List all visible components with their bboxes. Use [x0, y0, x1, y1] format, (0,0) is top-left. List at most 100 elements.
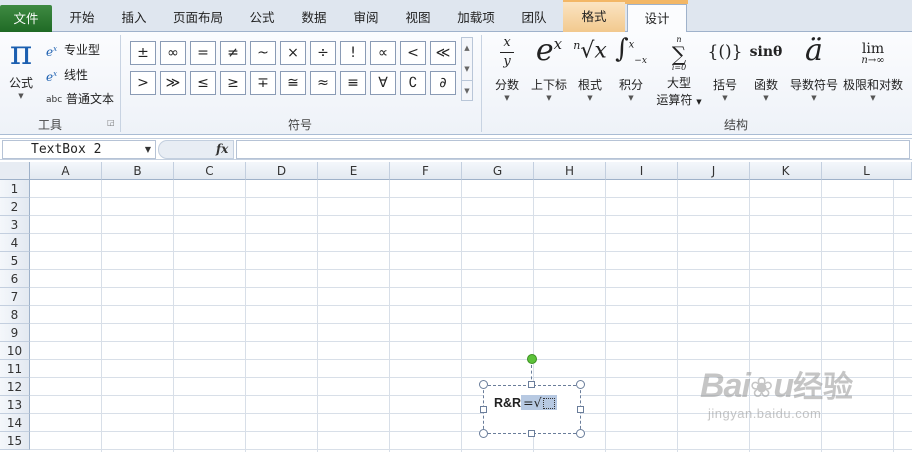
column-header[interactable]: L — [822, 162, 912, 180]
row-header[interactable]: 2 — [0, 198, 30, 216]
symbol-gallery-scrollbar[interactable]: ▲ ▼ ▼ — [461, 37, 473, 101]
function-icon: sinθ — [749, 44, 783, 60]
symbol-factorial[interactable]: ! — [340, 41, 366, 65]
name-box[interactable]: TextBox 2 — [2, 140, 156, 159]
fraction-icon: x y — [490, 36, 524, 70]
row-header[interactable]: 11 — [0, 360, 30, 378]
row-header[interactable]: 8 — [0, 306, 30, 324]
row-header[interactable]: 9 — [0, 324, 30, 342]
radical-button[interactable]: n√x 根式 ▼ — [573, 36, 607, 103]
row-header[interactable]: 3 — [0, 216, 30, 234]
column-header[interactable]: H — [534, 162, 606, 180]
row-header[interactable]: 15 — [0, 432, 30, 450]
row-header[interactable]: 12 — [0, 378, 30, 396]
radical-label: 根式 — [577, 78, 602, 92]
tab-formulas[interactable]: 公式 — [238, 4, 286, 32]
formula-input[interactable] — [236, 140, 910, 159]
tab-addins[interactable]: 加载项 — [446, 4, 506, 32]
script-button[interactable]: ex 上下标 ▼ — [529, 36, 569, 103]
dialog-launcher-icon[interactable]: ◲ — [107, 118, 115, 127]
tab-review[interactable]: 审阅 — [342, 4, 390, 32]
resize-handle-top-right[interactable] — [576, 380, 585, 389]
symbol-minus-plus[interactable]: ∓ — [250, 71, 276, 95]
resize-handle-top[interactable] — [528, 381, 535, 388]
tab-data[interactable]: 数据 — [290, 4, 338, 32]
rotation-handle[interactable] — [527, 354, 537, 364]
symbol-times[interactable]: × — [280, 41, 306, 65]
tab-format[interactable]: 格式 — [563, 2, 625, 32]
symbol-complement[interactable]: ∁ — [400, 71, 426, 95]
row-header[interactable]: 10 — [0, 342, 30, 360]
scroll-up-icon[interactable]: ▲ — [462, 38, 472, 59]
symbol-not-equal[interactable]: ≠ — [220, 41, 246, 65]
chevron-down-icon[interactable]: ▼ — [142, 140, 154, 159]
symbol-greater-than[interactable]: > — [130, 71, 156, 95]
row-header[interactable]: 13 — [0, 396, 30, 414]
chevron-down-icon: ▼ — [628, 94, 634, 102]
symbol-proportional[interactable]: ∝ — [370, 41, 396, 65]
row-header[interactable]: 14 — [0, 414, 30, 432]
symbol-less-than[interactable]: < — [400, 41, 426, 65]
row-header[interactable]: 5 — [0, 252, 30, 270]
radical-placeholder[interactable] — [542, 398, 555, 409]
column-header[interactable]: J — [678, 162, 750, 180]
professional-button[interactable]: ex 专业型 — [46, 38, 100, 60]
linear-button[interactable]: ex 线性 — [46, 63, 88, 85]
symbol-divide[interactable]: ÷ — [310, 41, 336, 65]
insert-function-icon[interactable]: fx — [216, 140, 228, 159]
column-header[interactable]: D — [246, 162, 318, 180]
symbol-much-greater[interactable]: ≫ — [160, 71, 186, 95]
accent-button[interactable]: ä 导数符号 ▼ — [788, 36, 840, 103]
row-header[interactable]: 7 — [0, 288, 30, 306]
symbol-less-equal[interactable]: ≤ — [190, 71, 216, 95]
equation-selected[interactable]: =√ — [521, 395, 557, 410]
symbol-tilde[interactable]: ~ — [250, 41, 276, 65]
select-all-corner[interactable] — [0, 162, 30, 180]
resize-handle-bottom[interactable] — [528, 430, 535, 437]
tab-home[interactable]: 开始 — [58, 4, 106, 32]
resize-handle-bottom-right[interactable] — [576, 429, 585, 438]
fraction-button[interactable]: x y 分数 ▼ — [490, 36, 524, 103]
row-header[interactable]: 6 — [0, 270, 30, 288]
column-header[interactable]: E — [318, 162, 390, 180]
row-header[interactable]: 4 — [0, 234, 30, 252]
bracket-button[interactable]: {()} 括号 ▼ — [706, 36, 744, 103]
column-header[interactable]: I — [606, 162, 678, 180]
row-header[interactable]: 1 — [0, 180, 30, 198]
integral-button[interactable]: ∫x−x 积分 ▼ — [613, 36, 649, 103]
column-header[interactable]: B — [102, 162, 174, 180]
tab-design[interactable]: 设计 — [627, 4, 687, 33]
symbol-infinity[interactable]: ∞ — [160, 41, 186, 65]
symbol-congruent[interactable]: ≅ — [280, 71, 306, 95]
column-header[interactable]: C — [174, 162, 246, 180]
column-header[interactable]: G — [462, 162, 534, 180]
column-header[interactable]: K — [750, 162, 822, 180]
symbol-for-all[interactable]: ∀ — [370, 71, 396, 95]
tab-page-layout[interactable]: 页面布局 — [163, 4, 233, 32]
symbol-identical[interactable]: ≡ — [340, 71, 366, 95]
plain-text-button[interactable]: abc 普通文本 — [46, 88, 114, 110]
symbol-greater-equal[interactable]: ≥ — [220, 71, 246, 95]
symbol-equals[interactable]: = — [190, 41, 216, 65]
equation-text[interactable]: R&R =√ — [494, 394, 557, 412]
resize-handle-left[interactable] — [480, 406, 487, 413]
tab-file[interactable]: 文件 — [0, 5, 52, 32]
limit-log-button[interactable]: lim n→∞ 极限和对数 ▼ — [842, 36, 904, 103]
symbol-approx[interactable]: ≈ — [310, 71, 336, 95]
resize-handle-bottom-left[interactable] — [479, 429, 488, 438]
tab-insert[interactable]: 插入 — [110, 4, 158, 32]
scroll-down-icon[interactable]: ▼ — [462, 59, 472, 80]
equation-button[interactable]: π 公式 ▼ — [4, 36, 38, 101]
gallery-more-icon[interactable]: ▼ — [462, 80, 472, 101]
column-header[interactable]: A — [30, 162, 102, 180]
symbol-much-less[interactable]: ≪ — [430, 41, 456, 65]
column-header[interactable]: F — [390, 162, 462, 180]
tab-team[interactable]: 团队 — [508, 4, 560, 32]
large-operator-button[interactable]: n ∑ i=0 大型 运算符 ▼ — [654, 36, 704, 108]
function-button[interactable]: sinθ 函数 ▼ — [747, 36, 785, 103]
resize-handle-right[interactable] — [577, 406, 584, 413]
resize-handle-top-left[interactable] — [479, 380, 488, 389]
symbol-partial[interactable]: ∂ — [430, 71, 456, 95]
symbol-plus-minus[interactable]: ± — [130, 41, 156, 65]
tab-view[interactable]: 视图 — [394, 4, 442, 32]
